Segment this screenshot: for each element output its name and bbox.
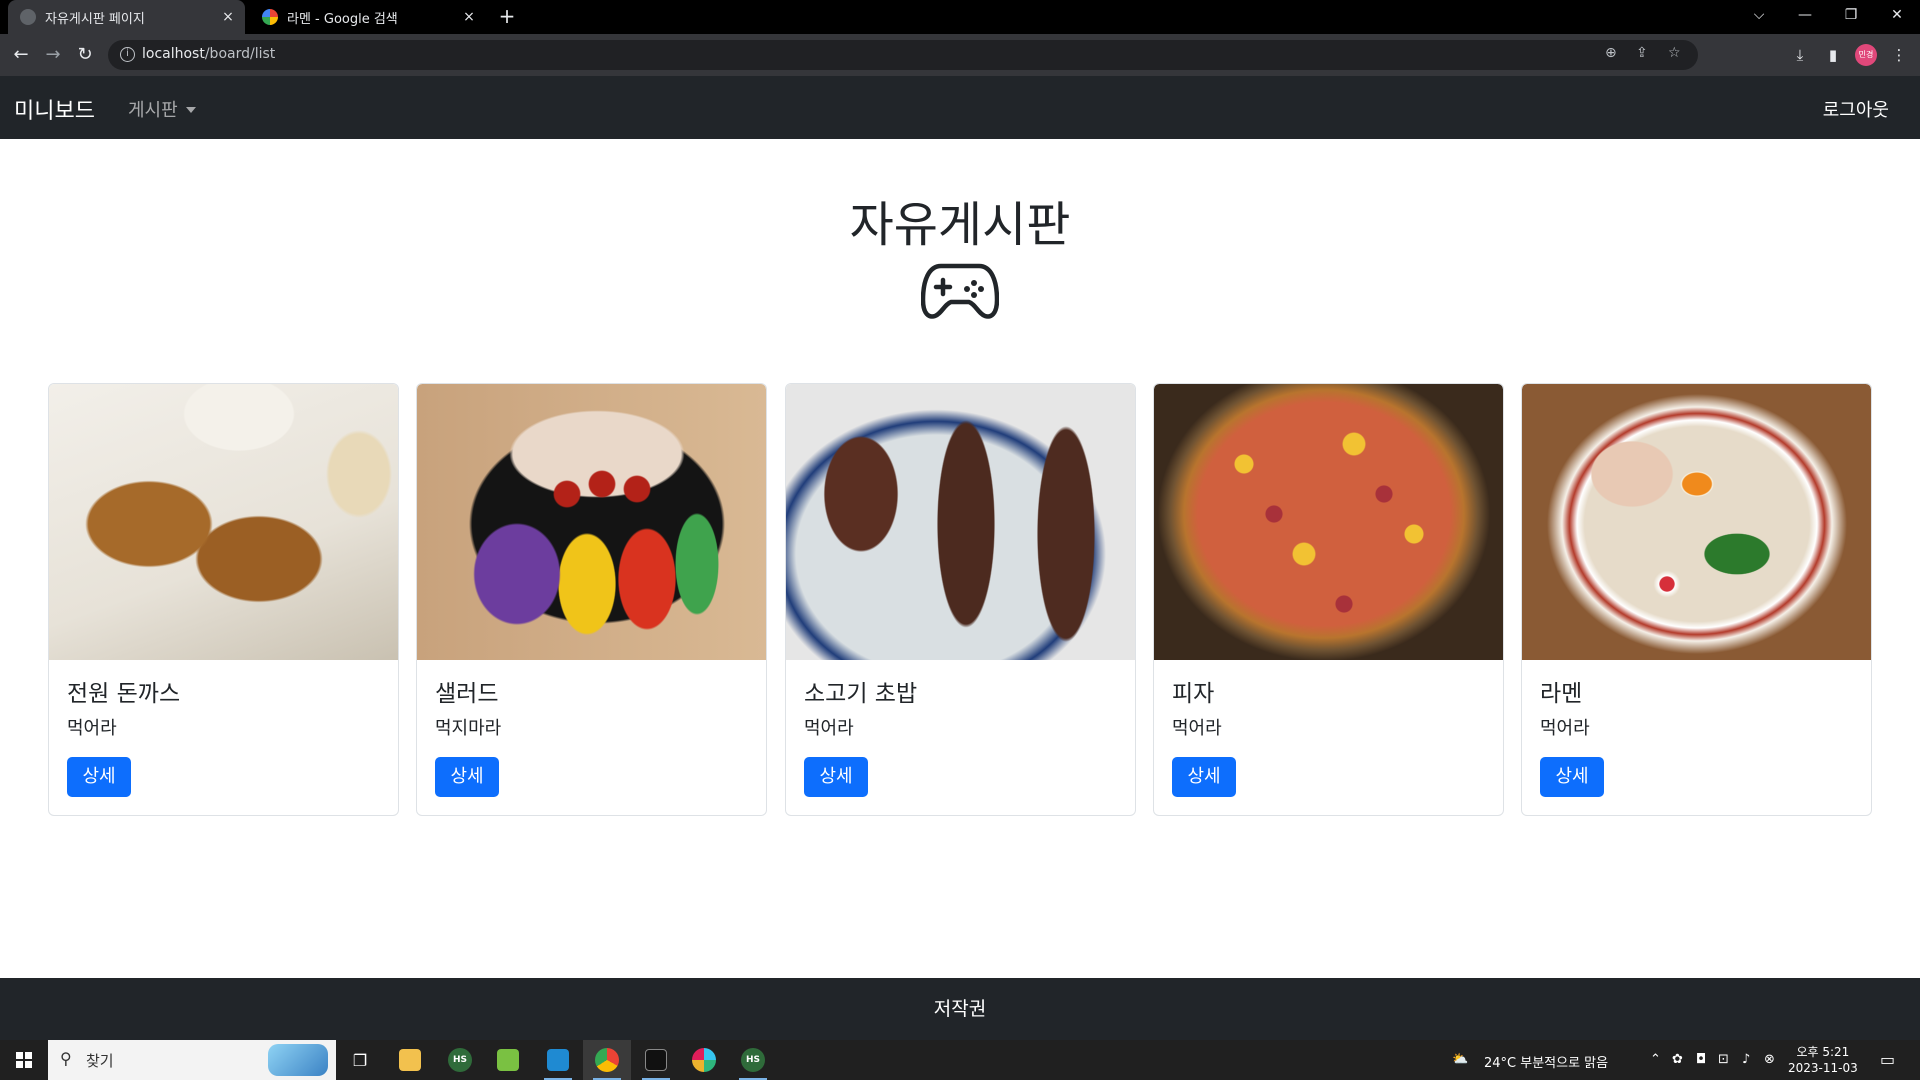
menu-kebab-icon[interactable]: ⋮ bbox=[1886, 42, 1912, 68]
brand-link[interactable]: 미니보드 bbox=[14, 93, 95, 125]
site-footer: 저작권 bbox=[0, 978, 1920, 1040]
tab-search-icon[interactable]: ⌵ bbox=[1736, 0, 1782, 30]
search-icon: ⚲ bbox=[60, 1049, 72, 1068]
detail-button[interactable]: 상세 bbox=[804, 757, 868, 797]
detail-button[interactable]: 상세 bbox=[1172, 757, 1236, 797]
post-card: 샐러드 먹지마라 상세 bbox=[416, 383, 767, 816]
start-button[interactable] bbox=[0, 1040, 48, 1080]
ramen-photo bbox=[1522, 384, 1871, 660]
card-title: 라멘 bbox=[1540, 681, 1583, 707]
hs-app-icon[interactable]: HS bbox=[729, 1040, 777, 1080]
new-tab-button[interactable]: + bbox=[494, 5, 520, 29]
meet-icon[interactable]: ◘ bbox=[1696, 1052, 1706, 1067]
file-explorer-icon[interactable] bbox=[386, 1040, 434, 1080]
zoom-icon[interactable]: ⊕ bbox=[1605, 45, 1617, 61]
weather-text[interactable]: 24°C 부분적으로 맑음 bbox=[1484, 1052, 1608, 1071]
close-tab-icon[interactable]: × bbox=[458, 9, 480, 25]
tab-board-list[interactable]: 자유게시판 페이지 × bbox=[8, 0, 245, 34]
clock-date: 2023-11-03 bbox=[1788, 1061, 1858, 1075]
status-icon[interactable]: ⊗ bbox=[1764, 1052, 1775, 1067]
windows-taskbar: ⚲ 찾기 ❐ HS HS ⛅ 24°C 부분적으로 맑음 ⌃ ✿ ◘ ⊡ ♪ ⊗… bbox=[0, 1040, 1920, 1080]
chrome-icon[interactable] bbox=[583, 1040, 631, 1080]
reload-icon[interactable]: ↻ bbox=[72, 42, 98, 68]
caret-down-icon bbox=[185, 107, 196, 113]
tray-app-icon[interactable]: ✿ bbox=[1672, 1052, 1683, 1067]
tab-favicon-icon bbox=[20, 9, 36, 25]
chevron-up-icon[interactable]: ⌃ bbox=[1650, 1052, 1661, 1067]
url-text: localhost/board/list bbox=[142, 46, 276, 62]
page-title: 자유게시판 bbox=[849, 197, 1071, 253]
volume-icon[interactable]: ♪ bbox=[1742, 1052, 1750, 1067]
site-info-icon[interactable]: i bbox=[120, 47, 135, 62]
terminal-icon[interactable] bbox=[632, 1040, 680, 1080]
close-tab-icon[interactable]: × bbox=[217, 9, 239, 25]
back-icon[interactable]: ← bbox=[8, 42, 34, 68]
search-highlight-image bbox=[268, 1044, 328, 1076]
slack-icon[interactable] bbox=[680, 1040, 728, 1080]
search-placeholder: 찾기 bbox=[86, 1052, 114, 1070]
clock-time: 오후 5:21 bbox=[1796, 1045, 1850, 1059]
gamepad-icon bbox=[921, 263, 999, 319]
browser-tab-strip: 자유게시판 페이지 × 라멘 - Google 검색 × + ⌵ — ❐ ✕ bbox=[0, 0, 1920, 34]
weather-icon[interactable]: ⛅ bbox=[1452, 1052, 1468, 1067]
card-text: 먹어라 bbox=[804, 718, 854, 739]
board-dropdown[interactable]: 게시판 bbox=[128, 96, 196, 122]
task-view-icon[interactable]: ❐ bbox=[336, 1040, 384, 1080]
card-text: 먹어라 bbox=[1172, 718, 1222, 739]
notepad-icon[interactable] bbox=[484, 1040, 532, 1080]
profile-avatar[interactable]: 민경 bbox=[1855, 44, 1877, 66]
post-card: 전원 돈까스 먹어라 상세 bbox=[48, 383, 399, 816]
post-card: 피자 먹어라 상세 bbox=[1153, 383, 1504, 816]
google-icon bbox=[262, 9, 278, 25]
beef-sushi-photo bbox=[786, 384, 1135, 660]
forward-icon[interactable]: → bbox=[40, 42, 66, 68]
address-bar[interactable]: i localhost/board/list ⊕ ⇪ ☆ bbox=[108, 40, 1698, 70]
post-card: 라멘 먹어라 상세 bbox=[1521, 383, 1872, 816]
taskbar-search[interactable]: ⚲ 찾기 bbox=[48, 1040, 336, 1080]
footer-text: 저작권 bbox=[933, 998, 987, 1020]
bookmark-star-icon[interactable]: ☆ bbox=[1668, 45, 1681, 61]
windows-logo-icon bbox=[16, 1052, 32, 1068]
card-text: 먹지마라 bbox=[435, 718, 502, 739]
board-dropdown-label: 게시판 bbox=[128, 100, 178, 121]
card-title: 샐러드 bbox=[435, 681, 499, 707]
card-text: 먹어라 bbox=[1540, 718, 1590, 739]
card-title: 전원 돈까스 bbox=[67, 681, 181, 707]
card-title: 소고기 초밥 bbox=[804, 681, 918, 707]
site-navbar: 미니보드 게시판 로그아웃 bbox=[0, 76, 1920, 139]
tab-title: 라멘 - Google 검색 bbox=[287, 11, 398, 27]
notification-icon[interactable]: ▭ bbox=[1880, 1050, 1895, 1069]
logout-link[interactable]: 로그아웃 bbox=[1823, 96, 1889, 122]
side-panel-icon[interactable]: ▮ bbox=[1820, 42, 1846, 68]
clock[interactable]: 오후 5:21 2023-11-03 bbox=[1788, 1044, 1858, 1076]
card-title: 피자 bbox=[1172, 681, 1215, 707]
browser-toolbar: ← → ↻ i localhost/board/list ⊕ ⇪ ☆ ⤓ ▮ 민… bbox=[0, 34, 1920, 76]
detail-button[interactable]: 상세 bbox=[435, 757, 499, 797]
tab-title: 자유게시판 페이지 bbox=[45, 11, 145, 27]
hs-app-icon[interactable]: HS bbox=[436, 1040, 484, 1080]
vscode-icon[interactable] bbox=[534, 1040, 582, 1080]
tab-google-search[interactable]: 라멘 - Google 검색 × bbox=[250, 0, 486, 34]
pizza-photo bbox=[1154, 384, 1503, 660]
card-text: 먹어라 bbox=[67, 718, 117, 739]
pork-cutlet-photo bbox=[49, 384, 398, 660]
detail-button[interactable]: 상세 bbox=[67, 757, 131, 797]
network-icon[interactable]: ⊡ bbox=[1718, 1052, 1729, 1067]
post-card: 소고기 초밥 먹어라 상세 bbox=[785, 383, 1136, 816]
close-window-button[interactable]: ✕ bbox=[1874, 0, 1920, 30]
download-icon[interactable]: ⤓ bbox=[1787, 42, 1813, 68]
minimize-button[interactable]: — bbox=[1782, 0, 1828, 30]
salad-photo bbox=[417, 384, 766, 660]
restore-button[interactable]: ❐ bbox=[1828, 0, 1874, 30]
detail-button[interactable]: 상세 bbox=[1540, 757, 1604, 797]
share-icon[interactable]: ⇪ bbox=[1636, 45, 1648, 61]
